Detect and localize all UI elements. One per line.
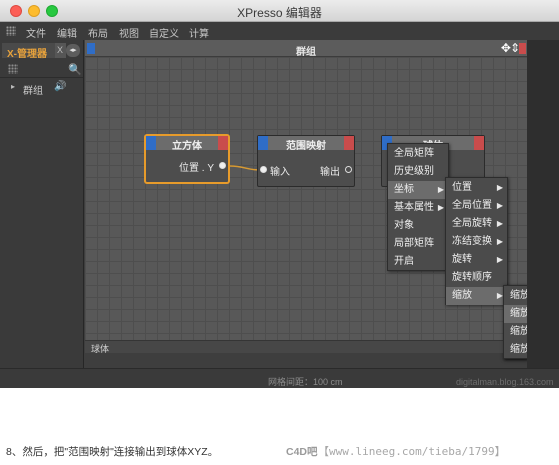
menu-edit[interactable]: 编辑	[57, 25, 77, 40]
menu-item-label: 冻结变换	[452, 236, 492, 247]
menu-item-label: 旋转顺序	[452, 272, 492, 283]
window-title: XPresso 编辑器	[237, 6, 322, 20]
submenu-arrow-icon: ▶	[496, 183, 503, 192]
tab-x-manager[interactable]: X-管理器	[2, 43, 55, 60]
node-range-title: 范围映射	[286, 141, 326, 152]
menu-item-rotation-order[interactable]: 旋转顺序	[446, 269, 507, 287]
node-cube-header: 立方体	[146, 136, 228, 152]
menu-item-label: 缩放	[452, 290, 472, 301]
menu-view[interactable]: 视图	[119, 25, 139, 40]
menu-item-rotation[interactable]: 旋转 ▶	[446, 251, 507, 269]
xpresso-window: XPresso 编辑器 文件 编辑 布局 视图 自定义 计算 X-管理器 X ◂…	[0, 0, 559, 388]
tab-x-manager-label: X-管理器	[7, 49, 47, 60]
submenu-arrow-icon: ▶	[496, 237, 503, 246]
menu-item-label: 全局位置	[452, 200, 492, 211]
menu-item-freeze-transform[interactable]: 冻结变换 ▶	[446, 233, 507, 251]
submenu-arrow-icon: ▶	[496, 201, 503, 210]
selected-object-label: 球体	[91, 344, 110, 354]
menu-item-enabled[interactable]: 开启	[388, 253, 448, 271]
menu-item-label: 坐标	[394, 184, 414, 195]
right-strip	[527, 40, 559, 368]
node-range-input-label: 输入	[270, 167, 290, 178]
menu-item-position[interactable]: 位置 ▶	[446, 179, 507, 197]
node-editor: 群组 ✥⇕ 立方体 位置 . Y 范围映射 输入 输出 全局矩阵 历史级别 坐标…	[85, 40, 527, 359]
node-cube-output-port[interactable]	[219, 162, 226, 169]
forum-logo: C4D吧	[286, 446, 318, 458]
editor-footer: 球体	[85, 340, 527, 354]
menu-item-label: 旋转	[452, 254, 472, 265]
menu-item-label: 历史级别	[394, 166, 434, 177]
menu-item-scale[interactable]: 缩放 ▶	[446, 287, 507, 305]
grid-spacing-readout: 网格间距：100 cm	[268, 377, 343, 387]
menu-item-local-matrix[interactable]: 局部矩阵	[388, 235, 448, 253]
menu-item-history-level[interactable]: 历史级别	[388, 163, 448, 181]
context-menu-coordinates: 位置 ▶ 全局位置 ▶ 全局旋转 ▶ 冻结变换 ▶ 旋转 ▶ 旋转顺序 缩放 ▶	[445, 177, 508, 305]
menu-item-global-position[interactable]: 全局位置 ▶	[446, 197, 507, 215]
menu-layout[interactable]: 布局	[88, 25, 108, 40]
menu-item-label: 局部矩阵	[394, 238, 434, 249]
submenu-arrow-icon: ▶	[437, 203, 444, 212]
node-cube-output-bar[interactable]	[218, 136, 228, 150]
tab-nav-arrows-icon[interactable]: ◂▸	[66, 44, 80, 57]
tab-x-pool-label: X	[57, 45, 64, 55]
menu-item-global-rotation[interactable]: 全局旋转 ▶	[446, 215, 507, 233]
node-range-output-port[interactable]	[345, 166, 352, 173]
grip-icon[interactable]	[6, 26, 16, 36]
node-range-output-label: 输出	[320, 167, 340, 178]
panel-grip-icon[interactable]	[8, 64, 18, 74]
menu-file[interactable]: 文件	[26, 25, 46, 40]
node-range-header: 范围映射	[258, 136, 354, 152]
tutorial-caption: 8、然后，把"范围映射"连接输出到球体XYZ。	[6, 446, 219, 458]
search-icon[interactable]: 🔍	[68, 63, 82, 76]
forum-url: 【www.lineeg.com/tieba/1799】	[318, 445, 506, 458]
tab-x-pool[interactable]: X	[55, 43, 66, 58]
menu-item-label: 位置	[452, 182, 472, 193]
editor-output-port-bar	[519, 43, 526, 54]
node-range-mapper[interactable]: 范围映射 输入 输出	[257, 135, 355, 187]
menu-item-label: 对象	[394, 220, 414, 231]
x-manager-panel: X-管理器 X ◂▸ 🔍 ▸ 群组 🔊	[0, 40, 84, 368]
submenu-arrow-icon: ▶	[437, 185, 444, 194]
menu-item-label: 基本属性	[394, 202, 434, 213]
menu-item-label: 开启	[394, 256, 414, 267]
tree-item-group[interactable]: 群组	[23, 82, 43, 97]
menu-item-label: 全局矩阵	[394, 148, 434, 159]
blog-watermark: digitalman.blog.163.com	[456, 377, 554, 387]
node-canvas[interactable]: 立方体 位置 . Y 范围映射 输入 输出 全局矩阵 历史级别 坐标 ▶ 基本属…	[85, 57, 527, 359]
menu-item-object[interactable]: 对象	[388, 217, 448, 235]
menu-item-coordinates[interactable]: 坐标 ▶	[388, 181, 448, 199]
speaker-icon[interactable]: 🔊	[54, 81, 66, 92]
menu-bar: 文件 编辑 布局 视图 自定义 计算	[0, 22, 559, 40]
editor-title: 群组	[296, 47, 316, 58]
node-range-output-bar[interactable]	[344, 136, 354, 150]
expand-arrow-icon[interactable]: ▸	[11, 82, 15, 91]
node-cube[interactable]: 立方体 位置 . Y	[145, 135, 229, 183]
node-range-input-port[interactable]	[260, 166, 267, 173]
title-bar: XPresso 编辑器	[0, 0, 559, 22]
menu-item-label: 全局旋转	[452, 218, 492, 229]
context-menu-ports: 全局矩阵 历史级别 坐标 ▶ 基本属性 ▶ 对象 局部矩阵 开启	[387, 143, 449, 271]
menu-calculate[interactable]: 计算	[189, 25, 209, 40]
panel-divider	[0, 77, 83, 78]
submenu-arrow-icon: ▶	[496, 219, 503, 228]
menu-item-global-matrix[interactable]: 全局矩阵	[388, 145, 448, 163]
node-cube-port-position-y: 位置 . Y	[178, 163, 214, 174]
node-sphere-output-bar[interactable]	[474, 136, 484, 150]
submenu-arrow-icon: ▶	[496, 255, 503, 264]
menu-item-basic-properties[interactable]: 基本属性 ▶	[388, 199, 448, 217]
move-zoom-icon[interactable]: ✥⇕	[501, 41, 520, 55]
editor-header: 群组 ✥⇕	[85, 40, 527, 58]
node-cube-title: 立方体	[172, 141, 202, 152]
menu-customize[interactable]: 自定义	[149, 25, 179, 40]
